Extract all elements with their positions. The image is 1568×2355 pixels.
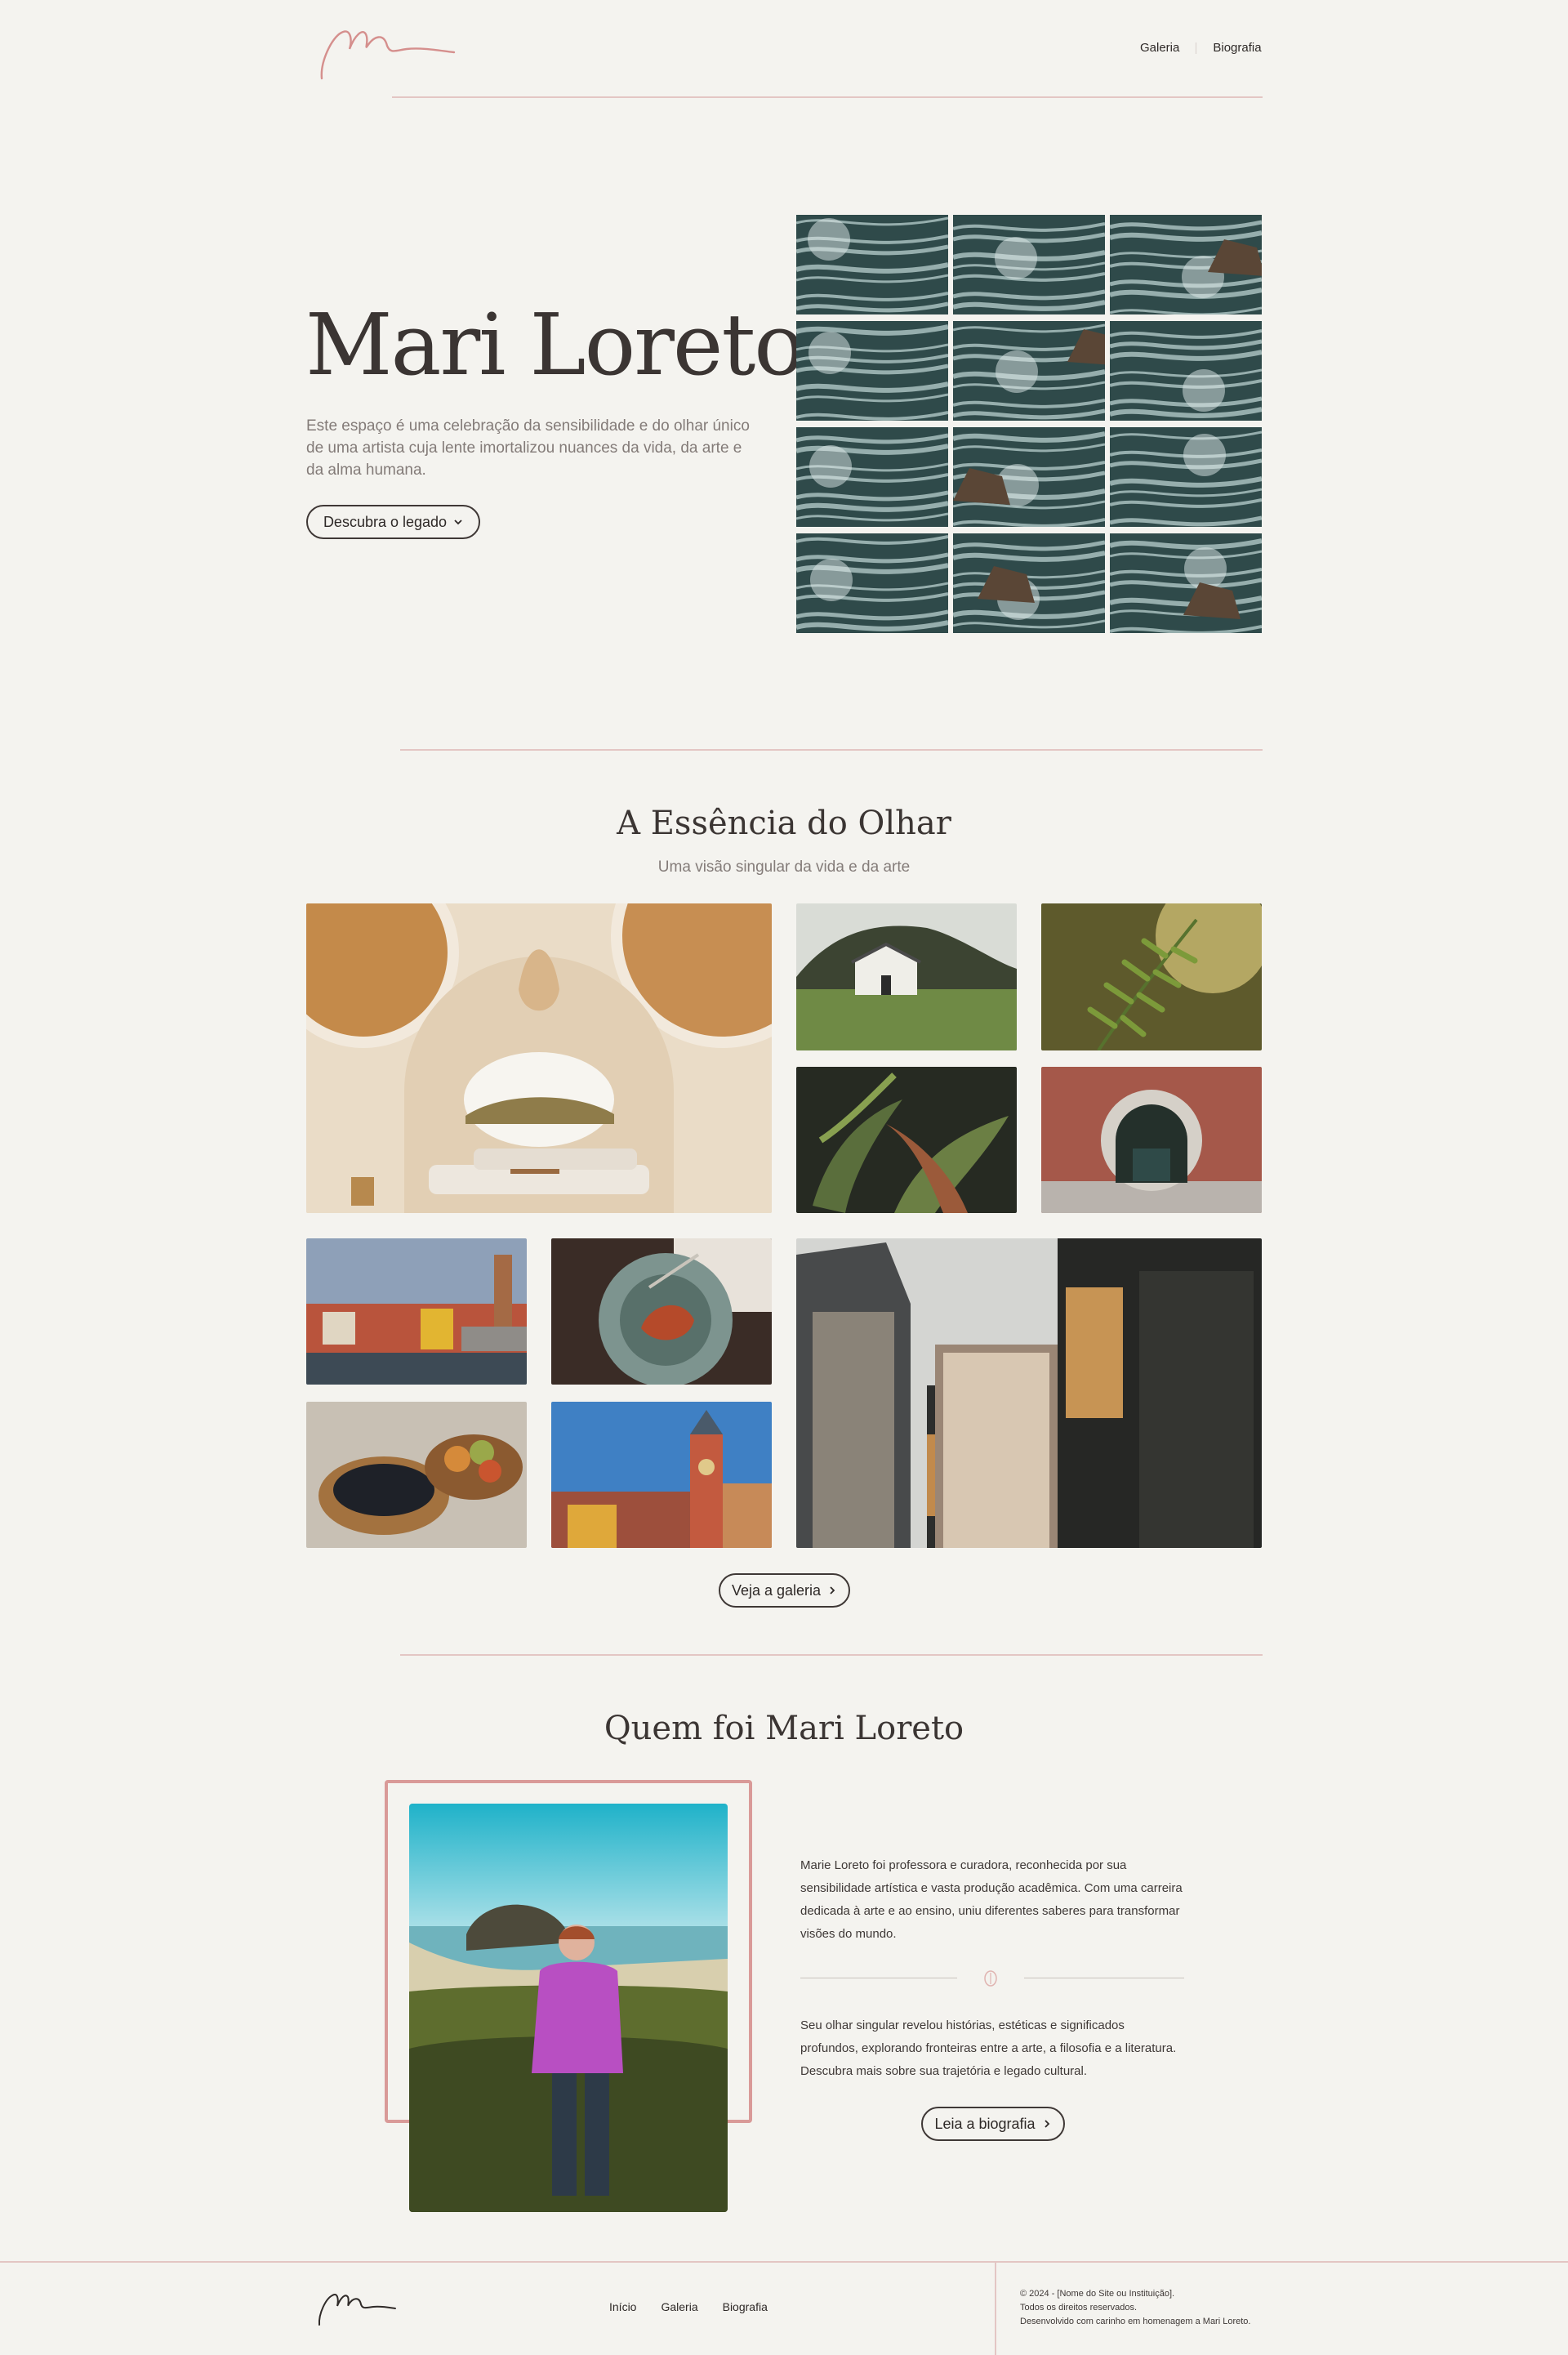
gallery-photo-plants[interactable] (796, 1067, 1017, 1213)
footer-legal: © 2024 - [Nome do Site ou Instituição]. … (1020, 2287, 1250, 2329)
sea-tile (953, 321, 1105, 421)
footer-nav-galeria[interactable]: Galeria (661, 2300, 697, 2313)
gallery-photo-pasta[interactable] (551, 1238, 772, 1385)
signature-logo[interactable] (317, 13, 460, 87)
sea-tile (1110, 533, 1262, 633)
header-divider (392, 96, 1263, 98)
gallery-photo-archway[interactable] (1041, 1067, 1262, 1213)
chevron-down-icon (454, 520, 462, 525)
chevron-right-icon (830, 1586, 835, 1595)
sea-tile (1110, 427, 1262, 527)
sea-tile (796, 533, 948, 633)
fruit-bowls-illustration (306, 1402, 527, 1548)
interior-illustration (306, 903, 772, 1213)
sea-tile (1110, 321, 1262, 421)
gallery-photo-riverside-town[interactable] (306, 1238, 527, 1385)
gallery-photo-clocktower[interactable] (551, 1402, 772, 1548)
chevron-right-icon (1044, 2120, 1049, 2128)
sea-tile (953, 427, 1105, 527)
footer-signature-logo[interactable] (316, 2284, 398, 2330)
discover-legacy-label: Descubra o legado (323, 513, 448, 530)
hero-title: Mari Loreto (305, 295, 805, 395)
pasta-illustration (551, 1238, 772, 1385)
gallery-photo-cottage[interactable] (796, 903, 1017, 1050)
bio-divider-top (400, 1654, 1263, 1656)
footer-rights: Todos os direitos reservados. (1020, 2303, 1138, 2313)
sea-tile (953, 533, 1105, 633)
essence-title: A Essência do Olhar (617, 805, 951, 842)
portrait-photo (409, 1804, 728, 2212)
footer-nav-biografia[interactable]: Biografia (723, 2300, 768, 2313)
gallery-photo-interior[interactable] (306, 903, 772, 1213)
fern-illustration (1041, 903, 1262, 1050)
gallery-photo-skyscrapers[interactable] (796, 1238, 1262, 1548)
gallery-photo-fruit-bowls[interactable] (306, 1402, 527, 1548)
footer-divider (0, 2261, 1568, 2263)
essence-subtitle: Uma visão singular da vida e da arte (657, 859, 911, 876)
nav-galeria[interactable]: Galeria (1140, 41, 1179, 55)
portrait-illustration (409, 1804, 728, 2212)
sea-tile (796, 215, 948, 314)
gallery-photo-fern[interactable] (1041, 903, 1262, 1050)
hero-description: Este espaço é uma celebração da sensibil… (306, 417, 750, 479)
sea-tile (1110, 215, 1262, 314)
footer-copyright: © 2024 - [Nome do Site ou Instituição]. (1020, 2289, 1175, 2299)
bio-paragraph-1: Marie Loreto foi professora e curadora, … (800, 1858, 1183, 1941)
footer-nav: Início Galeria Biografia (609, 2300, 768, 2313)
footer-nav-inicio[interactable]: Início (609, 2300, 636, 2313)
leaf-ornament-icon (984, 1970, 997, 1987)
riverside-town-illustration (306, 1238, 527, 1385)
read-biography-button[interactable]: Leia a biografia (921, 2107, 1065, 2141)
view-gallery-button[interactable]: Veja a galeria (719, 1573, 850, 1608)
skyscrapers-illustration (796, 1238, 1262, 1548)
cottage-illustration (796, 903, 1017, 1050)
bio-paragraph-2: Seu olhar singular revelou histórias, es… (800, 2018, 1177, 2078)
plants-illustration (796, 1067, 1017, 1213)
nav-biografia[interactable]: Biografia (1213, 41, 1261, 55)
sea-tile (796, 321, 948, 421)
clocktower-illustration (551, 1402, 772, 1548)
sea-tile (953, 215, 1105, 314)
sea-tile (796, 427, 948, 527)
footer-tribute: Desenvolvido com carinho em homenagem a … (1020, 2317, 1251, 2326)
footer-vertical-divider (995, 2263, 996, 2355)
read-biography-label: Leia a biografia (934, 2115, 1036, 2132)
view-gallery-label: Veja a galeria (731, 1581, 822, 1599)
archway-illustration (1041, 1067, 1262, 1213)
bio-title: Quem foi Mari Loreto (604, 1710, 964, 1747)
discover-legacy-button[interactable]: Descubra o legado (306, 505, 480, 539)
header-nav: Galeria Biografia (1140, 41, 1262, 55)
essence-divider-top (400, 749, 1263, 751)
